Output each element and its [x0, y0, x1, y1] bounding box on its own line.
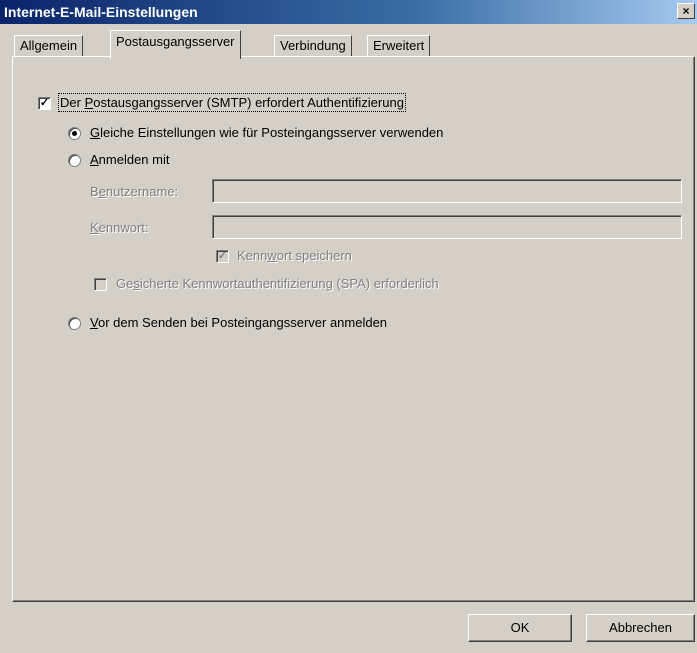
login-with-label[interactable]: Anmelden mit [90, 152, 169, 167]
password-field[interactable] [212, 215, 682, 239]
spa-label[interactable]: Gesicherte Kennwortauthentifizierung (SP… [116, 276, 439, 291]
login-with-radio[interactable] [68, 154, 81, 167]
tab-label: Erweitert [373, 38, 425, 53]
tab-label: Postausgangsserver [116, 34, 235, 49]
tab-label: Verbindung [280, 38, 346, 53]
cancel-button[interactable]: Abbrechen [586, 614, 695, 642]
tab-postausgangsserver[interactable]: Postausgangsserver [110, 30, 241, 59]
close-icon: × [682, 4, 690, 18]
tab-label: Allgemein [20, 38, 78, 53]
smtp-auth-label[interactable]: Der Postausgangsserver (SMTP) erfordert … [58, 93, 406, 112]
password-label: Kennwort: [90, 220, 149, 235]
tab-verbindung[interactable]: Verbindung [274, 35, 352, 57]
tab-allgemein[interactable]: Allgemein [14, 35, 84, 57]
same-settings-radio[interactable] [68, 127, 81, 140]
tab-erweitert[interactable]: Erweitert [367, 35, 431, 57]
save-password-label[interactable]: Kennwort speichern [237, 248, 352, 263]
save-password-checkbox[interactable]: ✓ [216, 250, 229, 263]
title-bar: Internet-E-Mail-Einstellungen × [0, 0, 697, 24]
before-send-label[interactable]: Vor dem Senden bei Posteingangsserver an… [90, 315, 387, 330]
window-title: Internet-E-Mail-Einstellungen [4, 4, 198, 20]
username-label: Benutzername: [90, 184, 179, 199]
before-send-radio[interactable] [68, 317, 81, 330]
tab-panel: ✓ Der Postausgangsserver (SMTP) erforder… [12, 56, 695, 602]
same-settings-label[interactable]: Gleiche Einstellungen wie für Posteingan… [90, 125, 443, 140]
spa-checkbox[interactable] [94, 278, 107, 291]
smtp-auth-checkbox[interactable]: ✓ [38, 97, 51, 110]
username-field[interactable] [212, 179, 682, 203]
close-button[interactable]: × [677, 3, 695, 19]
ok-button[interactable]: OK [468, 614, 572, 642]
